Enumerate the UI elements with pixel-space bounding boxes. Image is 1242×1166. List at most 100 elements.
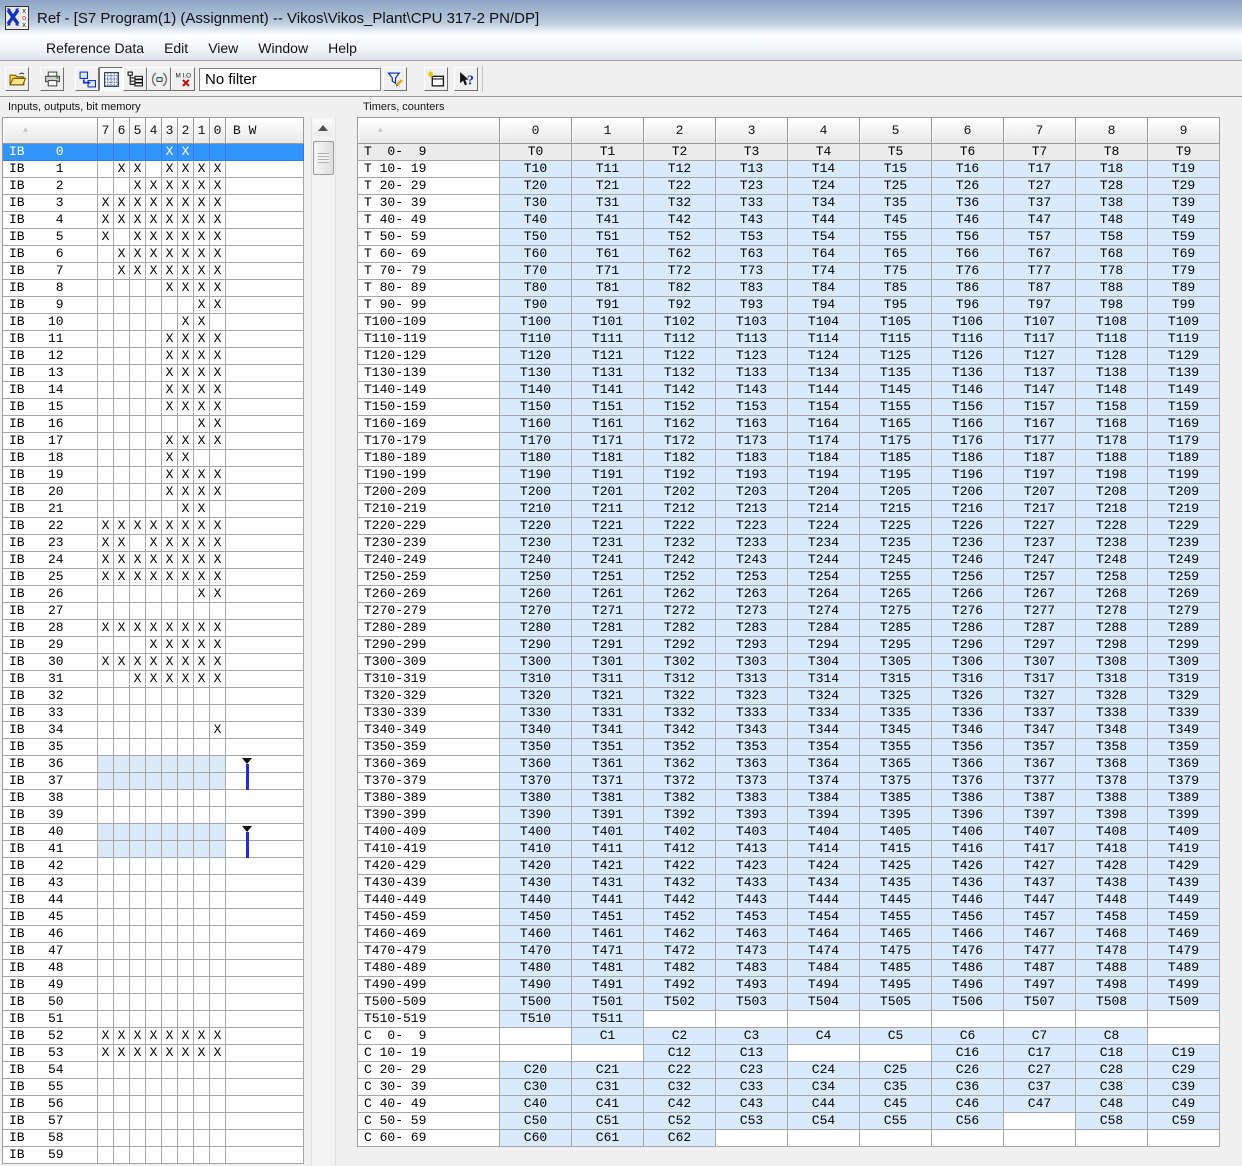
table-row[interactable]: T250-259T250T251T252T253T254T255T256T257…: [358, 569, 1220, 586]
bit-cell[interactable]: [146, 705, 162, 722]
value-cell[interactable]: T38: [1076, 195, 1148, 212]
value-cell[interactable]: T429: [1148, 858, 1220, 875]
bit-cell[interactable]: [178, 1130, 194, 1147]
table-row[interactable]: IB 19XXXX: [3, 467, 304, 484]
value-cell[interactable]: T39: [1148, 195, 1220, 212]
bit-cell[interactable]: X: [194, 263, 210, 280]
value-cell[interactable]: T57: [1004, 229, 1076, 246]
bit-cell[interactable]: X: [210, 229, 226, 246]
bit-cell[interactable]: [178, 892, 194, 909]
bit-cell[interactable]: [194, 909, 210, 926]
value-cell[interactable]: T459: [1148, 909, 1220, 926]
value-cell[interactable]: T50: [500, 229, 572, 246]
bit-cell[interactable]: [194, 705, 210, 722]
table-row[interactable]: IB 42: [3, 858, 304, 875]
value-cell[interactable]: T205: [860, 484, 932, 501]
bit-cell[interactable]: [98, 501, 114, 518]
table-row[interactable]: IB 14XXXX: [3, 382, 304, 399]
bit-cell[interactable]: X: [210, 620, 226, 637]
value-cell[interactable]: T257: [1004, 569, 1076, 586]
bit-cell[interactable]: [178, 603, 194, 620]
value-cell[interactable]: T374: [788, 773, 860, 790]
bit-cell[interactable]: X: [194, 501, 210, 518]
value-cell[interactable]: T197: [1004, 467, 1076, 484]
bit-cell[interactable]: [178, 1096, 194, 1113]
table-row[interactable]: T380-389T380T381T382T383T384T385T386T387…: [358, 790, 1220, 807]
bit-cell[interactable]: X: [178, 450, 194, 467]
value-cell[interactable]: T379: [1148, 773, 1220, 790]
value-cell[interactable]: T348: [1076, 722, 1148, 739]
bit-cell[interactable]: [130, 994, 146, 1011]
row-label-cell[interactable]: C 50- 59: [358, 1113, 500, 1130]
value-cell[interactable]: T466: [932, 926, 1004, 943]
row-label-cell[interactable]: IB 46: [3, 926, 98, 943]
bit-cell[interactable]: X: [162, 535, 178, 552]
byte-word-cell[interactable]: [226, 637, 304, 654]
bit-cell[interactable]: X: [178, 263, 194, 280]
value-cell[interactable]: T297: [1004, 637, 1076, 654]
value-cell[interactable]: T411: [572, 841, 644, 858]
value-cell[interactable]: T412: [644, 841, 716, 858]
value-cell[interactable]: T417: [1004, 841, 1076, 858]
value-cell[interactable]: T267: [1004, 586, 1076, 603]
value-cell[interactable]: C19: [1148, 1045, 1220, 1062]
table-row[interactable]: T490-499T490T491T492T493T494T495T496T497…: [358, 977, 1220, 994]
bit-cell[interactable]: [178, 824, 194, 841]
table-row[interactable]: C 50- 59C50C51C52C53C54C55C56C58C59: [358, 1113, 1220, 1130]
value-cell[interactable]: T510: [500, 1011, 572, 1028]
bit-cell[interactable]: X: [210, 212, 226, 229]
byte-word-cell[interactable]: [226, 501, 304, 518]
bit-cell[interactable]: [178, 297, 194, 314]
bit-cell[interactable]: [146, 875, 162, 892]
value-cell[interactable]: T188: [1076, 450, 1148, 467]
value-cell[interactable]: C39: [1148, 1079, 1220, 1096]
table-row[interactable]: T190-199T190T191T192T193T194T195T196T197…: [358, 467, 1220, 484]
column-header[interactable]: 3: [162, 118, 178, 144]
column-header[interactable]: 2: [178, 118, 194, 144]
bit-cell[interactable]: [146, 331, 162, 348]
value-cell[interactable]: T47: [1004, 212, 1076, 229]
bit-cell[interactable]: X: [194, 161, 210, 178]
value-cell[interactable]: T96: [932, 297, 1004, 314]
value-cell[interactable]: [1004, 1113, 1076, 1130]
bit-cell[interactable]: X: [162, 263, 178, 280]
bit-cell[interactable]: [210, 603, 226, 620]
row-label-cell[interactable]: T 80- 89: [358, 280, 500, 297]
value-cell[interactable]: T44: [788, 212, 860, 229]
bit-cell[interactable]: [130, 1096, 146, 1113]
value-cell[interactable]: T211: [572, 501, 644, 518]
row-label-cell[interactable]: T160-169: [358, 416, 500, 433]
table-row[interactable]: IB 24XXXXXXXX: [3, 552, 304, 569]
value-cell[interactable]: C26: [932, 1062, 1004, 1079]
bit-cell[interactable]: [194, 824, 210, 841]
bit-cell[interactable]: [210, 1096, 226, 1113]
row-label-cell[interactable]: T130-139: [358, 365, 500, 382]
value-cell[interactable]: T179: [1148, 433, 1220, 450]
value-cell[interactable]: T61: [572, 246, 644, 263]
row-label-cell[interactable]: IB 6: [3, 246, 98, 263]
row-label-cell[interactable]: T470-479: [358, 943, 500, 960]
value-cell[interactable]: T112: [644, 331, 716, 348]
value-cell[interactable]: T444: [788, 892, 860, 909]
bit-cell[interactable]: X: [130, 620, 146, 637]
value-cell[interactable]: T471: [572, 943, 644, 960]
byte-word-cell[interactable]: [226, 756, 304, 773]
bit-cell[interactable]: X: [178, 365, 194, 382]
value-cell[interactable]: T113: [716, 331, 788, 348]
bit-cell[interactable]: [114, 773, 130, 790]
bit-cell[interactable]: X: [162, 382, 178, 399]
bit-cell[interactable]: [98, 484, 114, 501]
bit-cell[interactable]: [162, 1113, 178, 1130]
bit-cell[interactable]: X: [194, 1028, 210, 1045]
menu-window[interactable]: Window: [248, 36, 318, 60]
value-cell[interactable]: T37: [1004, 195, 1076, 212]
value-cell[interactable]: T237: [1004, 535, 1076, 552]
value-cell[interactable]: T143: [716, 382, 788, 399]
value-cell[interactable]: T181: [572, 450, 644, 467]
value-cell[interactable]: T159: [1148, 399, 1220, 416]
byte-word-cell[interactable]: [226, 144, 304, 161]
value-cell[interactable]: T225: [860, 518, 932, 535]
value-cell[interactable]: T441: [572, 892, 644, 909]
table-row[interactable]: T330-339T330T331T332T333T334T335T336T337…: [358, 705, 1220, 722]
value-cell[interactable]: T124: [788, 348, 860, 365]
